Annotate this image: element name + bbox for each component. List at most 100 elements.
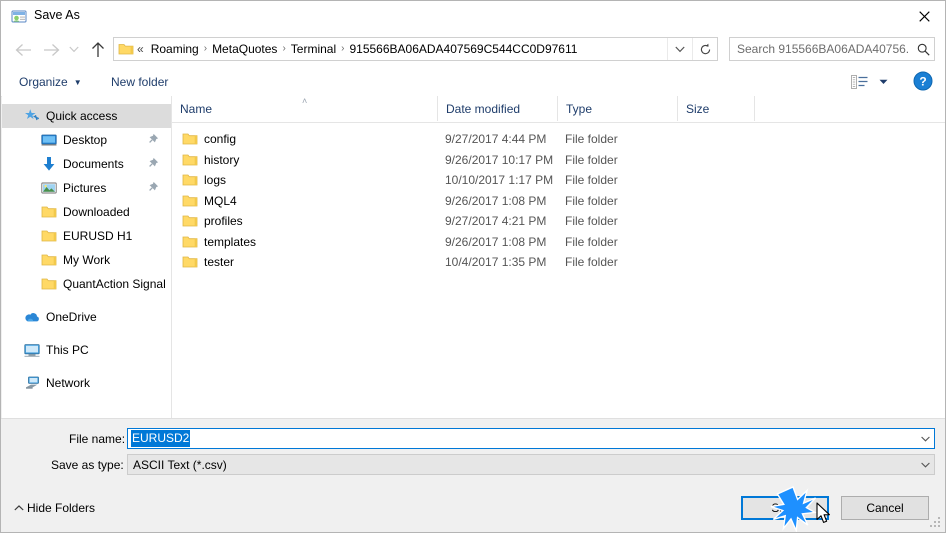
pin-icon[interactable] [146, 181, 159, 194]
sidebar-item-downloaded[interactable]: Downloaded [2, 200, 171, 224]
table-row[interactable]: logs 10/10/2017 1:17 PM File folder [172, 170, 945, 191]
cell-type: File folder [565, 255, 618, 270]
table-row[interactable]: profiles 9/27/2017 4:21 PM File folder [172, 211, 945, 232]
sidebar-item-this-pc[interactable]: This PC [2, 338, 171, 362]
save-button[interactable]: Save [741, 496, 829, 520]
sidebar-item-documents[interactable]: Documents [2, 152, 171, 176]
this-pc-icon [24, 342, 40, 358]
forward-button[interactable] [39, 37, 64, 62]
save-as-type-value: ASCII Text (*.csv) [133, 457, 227, 472]
cell-date: 9/26/2017 1:08 PM [445, 234, 547, 249]
cancel-button[interactable]: Cancel [841, 496, 929, 520]
file-list-pane[interactable]: Name ˄ Date modified Type Size config 9/2… [171, 96, 945, 418]
close-button[interactable] [901, 1, 945, 31]
cell-date: 9/26/2017 10:17 PM [445, 152, 554, 167]
view-dropdown-button[interactable] [875, 72, 891, 92]
up-button[interactable] [85, 37, 110, 62]
desktop-icon [41, 132, 57, 148]
sidebar-item-label: Quick access [46, 109, 118, 123]
column-header-type[interactable]: Type [557, 96, 677, 121]
cell-name: history [204, 152, 240, 167]
sidebar-list: Quick access Desktop Documents Pictures Down… [2, 96, 171, 395]
column-header-date-label: Date modified [446, 101, 521, 116]
close-icon [918, 10, 930, 22]
search-input[interactable] [730, 42, 912, 56]
table-row[interactable]: MQL4 9/26/2017 1:08 PM File folder [172, 191, 945, 212]
sidebar-item-onedrive[interactable]: OneDrive [2, 305, 171, 329]
folder-icon [41, 252, 57, 268]
back-button[interactable] [11, 37, 36, 62]
breadcrumb-separator[interactable]: › [280, 38, 287, 60]
file-name-value[interactable]: EURUSD2 [131, 430, 191, 447]
organize-button[interactable]: Organize ▼ [14, 72, 87, 92]
sidebar-item-label: Network [46, 376, 91, 390]
chevron-down-icon[interactable] [919, 433, 931, 445]
sidebar-item-network[interactable]: Network [2, 371, 171, 395]
new-folder-button[interactable]: New folder [106, 72, 173, 92]
breadcrumb-item-terminal[interactable]: Terminal [288, 38, 339, 60]
pin-icon[interactable] [146, 133, 159, 146]
table-row[interactable]: history 9/26/2017 10:17 PM File folder [172, 150, 945, 171]
column-header-size-label: Size [686, 101, 710, 116]
pin-icon[interactable] [146, 157, 159, 170]
column-header-date-modified[interactable]: Date modified [437, 96, 557, 121]
sidebar-item-label: QuantAction Signal [63, 277, 166, 291]
address-bar[interactable]: « Roaming › MetaQuotes › Terminal › 9155… [113, 37, 718, 61]
search-box[interactable] [729, 37, 935, 61]
recent-locations-button[interactable] [65, 37, 83, 62]
breadcrumb-item-roaming[interactable]: Roaming [148, 38, 202, 60]
cell-date: 9/27/2017 4:44 PM [445, 132, 547, 147]
breadcrumb-item-current[interactable]: 915566BA06ADA407569C544CC0D97611 [346, 38, 580, 60]
sidebar-item-my-work[interactable]: My Work [2, 248, 171, 272]
sidebar-item-desktop[interactable]: Desktop [2, 128, 171, 152]
table-row[interactable]: config 9/27/2017 4:44 PM File folder [172, 129, 945, 150]
chevron-down-icon [675, 46, 685, 52]
folder-icon [41, 204, 57, 220]
sidebar-item-label: This PC [46, 343, 89, 357]
file-name-input[interactable]: EURUSD2 [127, 428, 935, 449]
file-name-label: File name: [69, 432, 126, 446]
help-icon: ? [913, 71, 933, 91]
save-as-dialog: Save As « Roaming › MetaQuotes › Termina… [0, 0, 946, 533]
folder-icon [118, 41, 134, 57]
hide-folders-button[interactable]: Hide Folders [11, 501, 95, 515]
help-button[interactable]: ? [913, 71, 933, 91]
breadcrumb-item-metaquotes[interactable]: MetaQuotes [209, 38, 280, 60]
sidebar-item-label: My Work [63, 253, 111, 267]
breadcrumb-separator[interactable]: › [202, 38, 209, 60]
address-dropdown-button[interactable] [667, 38, 692, 60]
sidebar-item-label: Documents [63, 157, 124, 171]
star-pin-icon [24, 108, 40, 124]
pictures-icon [41, 180, 57, 196]
sidebar-item-pictures[interactable]: Pictures [2, 176, 171, 200]
table-row[interactable]: tester 10/4/2017 1:35 PM File folder [172, 252, 945, 273]
cell-size [677, 232, 754, 253]
breadcrumb-overflow[interactable]: « [134, 38, 148, 60]
navigation-bar: « Roaming › MetaQuotes › Terminal › 9155… [1, 32, 945, 67]
svg-text:?: ? [919, 75, 926, 89]
column-header-name[interactable]: Name ˄ [172, 96, 437, 121]
chevron-down-icon [879, 79, 887, 84]
save-as-type-select[interactable]: ASCII Text (*.csv) [127, 454, 935, 475]
refresh-button[interactable] [692, 38, 717, 60]
sidebar-item-quick-access[interactable]: Quick access [2, 104, 171, 128]
documents-download-icon [41, 156, 57, 172]
chevron-down-icon[interactable] [919, 459, 931, 471]
sidebar-item-label: Pictures [63, 181, 107, 195]
folder-icon [41, 276, 57, 292]
column-header-size[interactable]: Size [677, 96, 754, 121]
table-row[interactable]: templates 9/26/2017 1:08 PM File folder [172, 232, 945, 253]
view-layout-button[interactable] [849, 72, 871, 92]
navigation-sidebar[interactable]: Quick access Desktop Documents Pictures Down… [2, 96, 171, 418]
command-toolbar: Organize ▼ New folder ? [1, 67, 945, 97]
cell-size [677, 211, 754, 232]
sidebar-item-eurusd-h1[interactable]: EURUSD H1 [2, 224, 171, 248]
cell-name: logs [204, 173, 227, 188]
breadcrumb-separator[interactable]: › [339, 38, 346, 60]
search-icon[interactable] [912, 43, 934, 56]
sidebar-item-quantaction-signal[interactable]: QuantAction Signal [2, 272, 171, 296]
resize-grip[interactable] [930, 517, 942, 529]
cell-date: 10/10/2017 1:17 PM [445, 173, 554, 188]
cancel-button-label: Cancel [866, 501, 904, 515]
cell-size [677, 170, 754, 191]
